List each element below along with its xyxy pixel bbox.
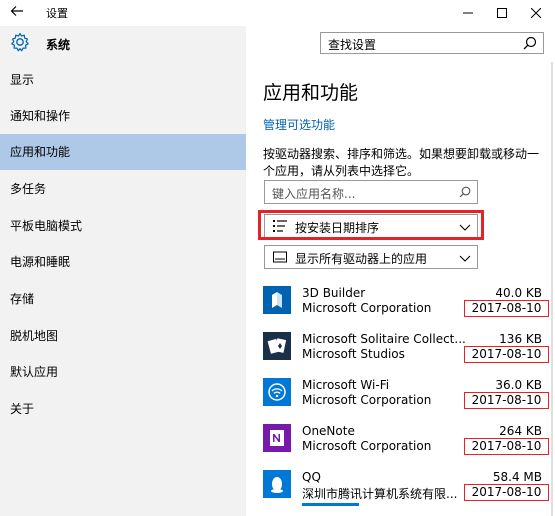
- page-title: 应用和功能: [263, 82, 359, 104]
- window-title: 设置: [46, 7, 68, 20]
- manage-optional-features-link[interactable]: 管理可选功能: [263, 116, 335, 133]
- app-publisher: 深圳市腾讯计算机系统有限...: [302, 487, 458, 501]
- qq-icon: [263, 470, 291, 498]
- sidebar-item-display[interactable]: 显示: [0, 62, 246, 98]
- app-name: Microsoft Wi-Fi: [302, 378, 390, 392]
- drive-filter-dropdown[interactable]: 显示所有驱动器上的应用: [264, 245, 478, 269]
- sidebar-item-apps-features[interactable]: 应用和功能: [0, 134, 246, 170]
- app-name: 3D Builder: [302, 286, 366, 300]
- selection-underline: [302, 503, 359, 506]
- chevron-down-icon: [459, 252, 471, 262]
- app-list-item[interactable]: Microsoft Solitaire Collect... Microsoft…: [263, 332, 553, 376]
- sidebar-item-power-sleep[interactable]: 电源和睡眠: [0, 244, 246, 280]
- sidebar: 系统 显示 通知和操作 应用和功能 多任务 平板电脑模式 电源和睡眠 存储 脱机…: [0, 26, 246, 516]
- settings-search-input[interactable]: 查找设置: [320, 32, 544, 54]
- search-icon[interactable]: [459, 186, 471, 198]
- search-icon[interactable]: [523, 36, 537, 50]
- app-size: 264 KB: [499, 424, 542, 438]
- app-publisher: Microsoft Studios: [302, 347, 405, 361]
- title-bar: 设置: [0, 0, 555, 26]
- drive-filter-label: 显示所有驱动器上的应用: [295, 252, 428, 266]
- sidebar-header-label: 系统: [46, 38, 71, 52]
- sidebar-item-notifications[interactable]: 通知和操作: [0, 98, 246, 134]
- app-name: Microsoft Solitaire Collect...: [302, 332, 466, 346]
- app-publisher: Microsoft Corporation: [302, 393, 432, 407]
- app-install-date: 2017-08-10: [464, 346, 549, 363]
- app-search-input[interactable]: 键入应用名称...: [264, 180, 478, 204]
- app-list-item[interactable]: Microsoft Wi-Fi Microsoft Corporation 36…: [263, 378, 553, 422]
- app-name: QQ: [302, 470, 321, 484]
- drive-icon: [273, 251, 287, 263]
- sidebar-item-about[interactable]: 关于: [0, 391, 246, 427]
- app-publisher: Microsoft Corporation: [302, 439, 432, 453]
- gear-icon: [10, 32, 30, 52]
- app-search-placeholder: 键入应用名称...: [272, 187, 356, 201]
- app-list-item[interactable]: QQ 深圳市腾讯计算机系统有限... 58.4 MB 2017-08-10: [263, 470, 553, 514]
- scrollbar[interactable]: [549, 62, 555, 516]
- 3d-builder-icon: [263, 286, 291, 314]
- sort-highlight-box: [258, 210, 484, 240]
- app-name: OneNote: [302, 424, 355, 438]
- wifi-icon: [263, 378, 291, 406]
- onenote-icon: [263, 424, 291, 452]
- sidebar-item-offline-maps[interactable]: 脱机地图: [0, 318, 246, 354]
- solitaire-icon: [263, 332, 291, 360]
- settings-search-placeholder: 查找设置: [328, 38, 377, 52]
- app-size: 40.0 KB: [495, 286, 542, 300]
- sidebar-item-multitasking[interactable]: 多任务: [0, 171, 246, 207]
- page-description: 按驱动器搜索、排序和筛选。如果想要卸载或移动一个应用，请从列表中选择它。: [263, 147, 540, 178]
- app-install-date: 2017-08-10: [464, 484, 549, 501]
- sidebar-item-tablet-mode[interactable]: 平板电脑模式: [0, 208, 246, 244]
- back-arrow-icon[interactable]: [10, 4, 26, 20]
- minimize-button[interactable]: [451, 0, 485, 26]
- close-button[interactable]: [519, 0, 553, 26]
- maximize-button[interactable]: [485, 0, 519, 26]
- app-install-date: 2017-08-10: [464, 438, 549, 455]
- sidebar-item-storage[interactable]: 存储: [0, 281, 246, 317]
- app-install-date: 2017-08-10: [464, 300, 549, 317]
- app-size: 36.0 KB: [495, 378, 542, 392]
- app-list-item[interactable]: 3D Builder Microsoft Corporation 40.0 KB…: [263, 286, 553, 330]
- app-install-date: 2017-08-10: [464, 392, 549, 409]
- app-size: 136 KB: [499, 332, 542, 346]
- app-size: 58.4 MB: [492, 470, 542, 484]
- app-list-item[interactable]: OneNote Microsoft Corporation 264 KB 201…: [263, 424, 553, 468]
- sidebar-header[interactable]: 系统: [0, 26, 246, 62]
- app-publisher: Microsoft Corporation: [302, 301, 432, 315]
- sidebar-item-default-apps[interactable]: 默认应用: [0, 354, 246, 390]
